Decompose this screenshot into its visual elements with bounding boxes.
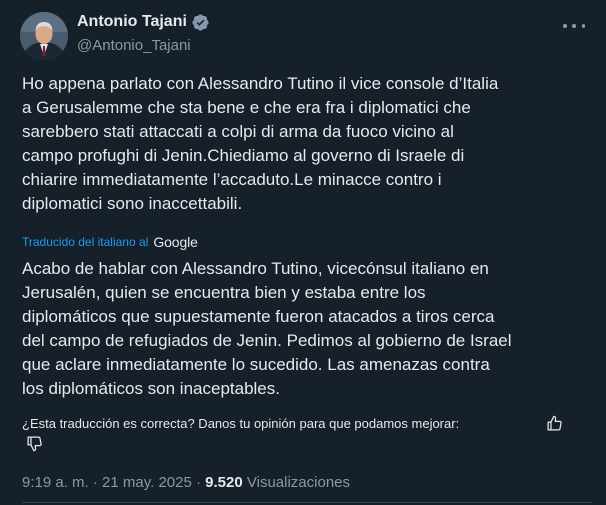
meta-separator: ·	[196, 474, 201, 491]
divider	[22, 502, 592, 503]
more-options-icon[interactable]	[563, 20, 585, 32]
more-dot	[563, 24, 567, 28]
thumb-down-icon[interactable]	[26, 435, 43, 452]
post-date[interactable]: 21 may. 2025	[102, 474, 192, 491]
google-logo: Google	[153, 234, 198, 250]
views-label: Visualizaciones	[246, 474, 351, 491]
translation-feedback-prompt: ¿Esta traducción es correcta? Danos tu o…	[22, 416, 460, 431]
avatar-image	[20, 12, 68, 60]
translation-attribution[interactable]: Traducido del italiano al Google	[22, 233, 198, 251]
more-dot	[572, 24, 576, 28]
translated-by-label[interactable]: Traducido del italiano al	[22, 233, 148, 251]
views-count: 9.520	[205, 474, 243, 491]
author-name[interactable]: Antonio Tajani	[77, 12, 210, 32]
author-name-text[interactable]: Antonio Tajani	[77, 12, 187, 32]
post-time[interactable]: 9:19 a. m.	[22, 474, 89, 491]
avatar[interactable]	[20, 12, 68, 60]
post-meta: 9:19 a. m. · 21 may. 2025 · 9.520 Visual…	[22, 473, 350, 493]
post-translated-text: Acabo de hablar con Alessandro Tutino, v…	[22, 259, 512, 398]
more-dot	[581, 24, 585, 28]
thumb-up-icon[interactable]	[546, 415, 563, 432]
post-original-text: Ho appena parlato con Alessandro Tutino …	[22, 74, 499, 213]
meta-separator: ·	[92, 474, 98, 491]
verified-badge-icon	[192, 13, 209, 31]
author-handle[interactable]: @Antonio_Tajani	[77, 36, 191, 56]
